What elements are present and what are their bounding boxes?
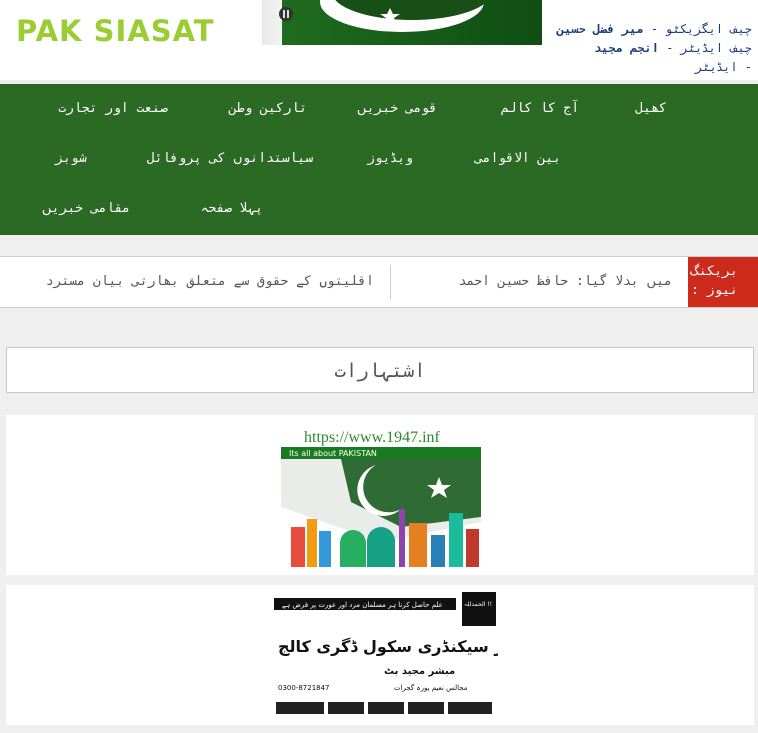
ticker-item[interactable]: میں بدلا گیا: حافظ حسین احمد [459,274,672,289]
breaking-news-ticker: میں بدلا گیا: حافظ حسین احمد اقلیتوں کے … [0,256,758,308]
credit-line-editor: - ایڈیٹر [695,60,752,74]
ad-illustration: Its all about PAKISTAN [281,447,481,567]
ad-address: مجالس نعیم پورہ گجرات [394,683,468,692]
ticker-divider [390,265,391,299]
crescent-star-icon [279,0,489,32]
ad-subtitle: مبشر مجید بٹ [384,666,455,677]
ad-top-line: علم حاصل کرنا ہر مسلمان مرد اور عورت پر … [282,601,443,609]
ticker-item[interactable]: اقلیتوں کے حقوق سے متعلق بھارتی بیان مست… [46,274,374,289]
flag-banner [262,0,542,45]
credit-line-chief-editor: چیف ایڈیٹر - انجم مجید [593,41,752,55]
ad-banner-school[interactable]: علم حاصل کرنا ہر مسلمان مرد اور عورت پر … [6,585,754,725]
breaking-news-label: بریکنگ نیوز : [688,257,758,307]
nav-item-industry-trade[interactable]: صنعت اور تجارت [58,101,168,116]
nav-item-todays-column[interactable]: آج کا کالم [501,101,579,116]
nav-item-front-page[interactable]: پہلا صفحہ [201,201,263,216]
editorial-credits: چیف ایگزیکٹو - میر فضل حسین چیف ایڈیٹر -… [512,20,752,77]
site-logo[interactable]: PAK SIASAT [16,14,215,48]
nav-item-showbiz[interactable]: شوبز [55,151,86,166]
nav-item-national-news[interactable]: قومی خبریں [357,101,437,116]
ad-title: عبدالمجید گرلز ہائیر سیکنڈری سکول ڈگری ک… [278,637,498,656]
ad-url[interactable]: https://www.1947.inf [304,429,440,447]
ad-tagline: Its all about PAKISTAN [289,449,377,458]
site-header: PAK SIASAT چیف ایگزیکٹو - میر فضل حسین چ… [0,0,758,80]
credit-line-ceo: چیف ایگزیکٹو - میر فضل حسین [556,22,752,36]
nav-item-sports[interactable]: کھیل [635,101,666,116]
ad-phone: 0300-8721847 [278,684,330,692]
ad-school-artwork: علم حاصل کرنا ہر مسلمان مرد اور عورت پر … [274,592,498,714]
nav-item-overseas[interactable]: تارکین وطن [229,101,307,116]
ads-heading: اشتہارات [6,347,754,393]
main-nav: کھیل آج کا کالم قومی خبریں تارکین وطن صن… [0,84,758,235]
ad-banner-1947[interactable]: https://www.1947.inf Its all about PAKIS… [6,415,754,575]
nav-item-politician-profiles[interactable]: سیاستدانوں کی پروفائل [147,151,313,166]
nav-item-local-news[interactable]: مقامی خبریں [42,201,130,216]
nav-item-videos[interactable]: ویڈیوز [367,151,413,166]
nav-item-international[interactable]: بین الاقوامی [475,151,561,166]
ad-corner-text: الحمدللہ !! [464,601,492,608]
